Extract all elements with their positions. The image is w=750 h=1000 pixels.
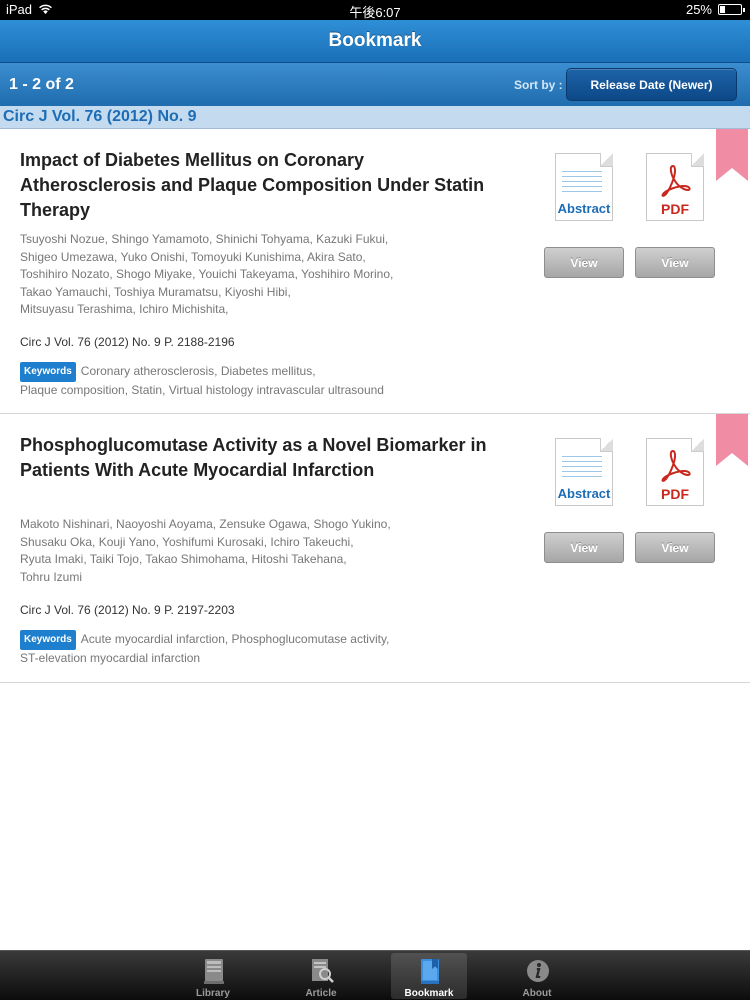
pdf-document-icon[interactable]: PDF (646, 153, 706, 223)
library-icon (204, 959, 224, 984)
status-time: 午後6:07 (349, 5, 401, 20)
view-pdf-button[interactable]: View (635, 532, 715, 563)
abstract-document-icon[interactable]: Abstract (555, 153, 615, 223)
acrobat-logo-icon (661, 164, 691, 197)
view-abstract-button[interactable]: View (544, 532, 624, 563)
pdf-caption: PDF (661, 486, 689, 502)
abstract-caption: Abstract (557, 486, 611, 501)
article-search-icon (312, 959, 334, 983)
tab-bookmark[interactable]: Bookmark (391, 953, 467, 999)
keywords-line: Coronary atherosclerosis, Diabetes melli… (80, 364, 316, 378)
article-keywords: Keywords Coronary atherosclerosis, Diabet… (20, 362, 470, 399)
acrobat-logo-icon (661, 449, 691, 482)
battery-icon (718, 4, 745, 15)
tab-label: Article (305, 988, 337, 999)
keywords-line: Plaque composition, Statin, Virtual hist… (20, 382, 384, 397)
author-line: Shusaku Oka, Kouji Yano, Yoshifumi Kuros… (20, 534, 354, 549)
results-count: 1 - 2 of 2 (9, 76, 74, 93)
keywords-line: Acute myocardial infarction, Phosphogluc… (80, 632, 390, 646)
info-icon (527, 960, 549, 982)
article-item: Phosphoglucomutase Activity as a Novel B… (0, 414, 750, 683)
keywords-line: ST-elevation myocardial infarction (20, 650, 201, 665)
journal-issue-label: Circ J Vol. 76 (2012) No. 9 (3, 108, 197, 125)
article-authors: Tsuyoshi Nozue, Shingo Yamamoto, Shinich… (20, 231, 470, 319)
battery-percent: 25% (685, 2, 712, 17)
article-citation: Circ J Vol. 76 (2012) No. 9 P. 2188-2196 (20, 335, 235, 349)
tab-about[interactable]: About (499, 953, 575, 999)
status-bar: iPad 午後6:07 25% (0, 0, 750, 20)
tab-label: Library (196, 988, 230, 999)
author-line: Shigeo Umezawa, Yuko Onishi, Tomoyuki Ku… (20, 249, 366, 264)
view-pdf-button[interactable]: View (635, 247, 715, 278)
abstract-document-icon[interactable]: Abstract (555, 438, 615, 508)
bookmark-icon (421, 959, 439, 984)
page-title: Bookmark (328, 30, 422, 51)
journal-section-header: Circ J Vol. 76 (2012) No. 9 (0, 106, 750, 129)
keywords-badge: Keywords (20, 630, 76, 650)
view-abstract-button[interactable]: View (544, 247, 624, 278)
bookmark-ribbon-icon[interactable] (716, 129, 748, 181)
article-authors: Makoto Nishinari, Naoyoshi Aoyama, Zensu… (20, 516, 470, 586)
tab-library[interactable]: Library (175, 953, 251, 999)
navigation-bar: Bookmark (0, 20, 750, 63)
abstract-caption: Abstract (557, 201, 611, 216)
keywords-badge: Keywords (20, 362, 76, 382)
bookmark-ribbon-icon[interactable] (716, 414, 748, 466)
tab-bar: Library Article Bookmark About (0, 950, 750, 1000)
article-title[interactable]: Impact of Diabetes Mellitus on Coronary … (20, 148, 490, 223)
article-title[interactable]: Phosphoglucomutase Activity as a Novel B… (20, 433, 490, 483)
author-line: Tohru Izumi (20, 569, 83, 584)
sort-label: Sort by : (514, 78, 563, 92)
author-line: Takao Yamauchi, Toshiya Muramatsu, Kiyos… (20, 284, 291, 299)
pdf-caption: PDF (661, 201, 689, 217)
author-line: Toshihiro Nozato, Shogo Miyake, Youichi … (20, 267, 394, 281)
pdf-document-icon[interactable]: PDF (646, 438, 706, 508)
author-line: Mitsuyasu Terashima, Ichiro Michishita, (20, 302, 229, 316)
tab-label: About (522, 988, 552, 999)
results-toolbar: 1 - 2 of 2 Sort by : Release Date (Newer… (0, 63, 750, 106)
author-line: Tsuyoshi Nozue, Shingo Yamamoto, Shinich… (20, 232, 389, 246)
article-keywords: Keywords Acute myocardial infarction, Pho… (20, 630, 470, 667)
author-line: Makoto Nishinari, Naoyoshi Aoyama, Zensu… (20, 517, 391, 531)
article-item: Impact of Diabetes Mellitus on Coronary … (0, 129, 750, 414)
battery-fill (720, 6, 725, 13)
tab-article[interactable]: Article (283, 953, 359, 999)
article-citation: Circ J Vol. 76 (2012) No. 9 P. 2197-2203 (20, 603, 235, 617)
sort-button[interactable]: Release Date (Newer) (566, 68, 737, 101)
author-line: Ryuta Imaki, Taiki Tojo, Takao Shimohama… (20, 552, 347, 566)
tab-label: Bookmark (404, 988, 454, 999)
